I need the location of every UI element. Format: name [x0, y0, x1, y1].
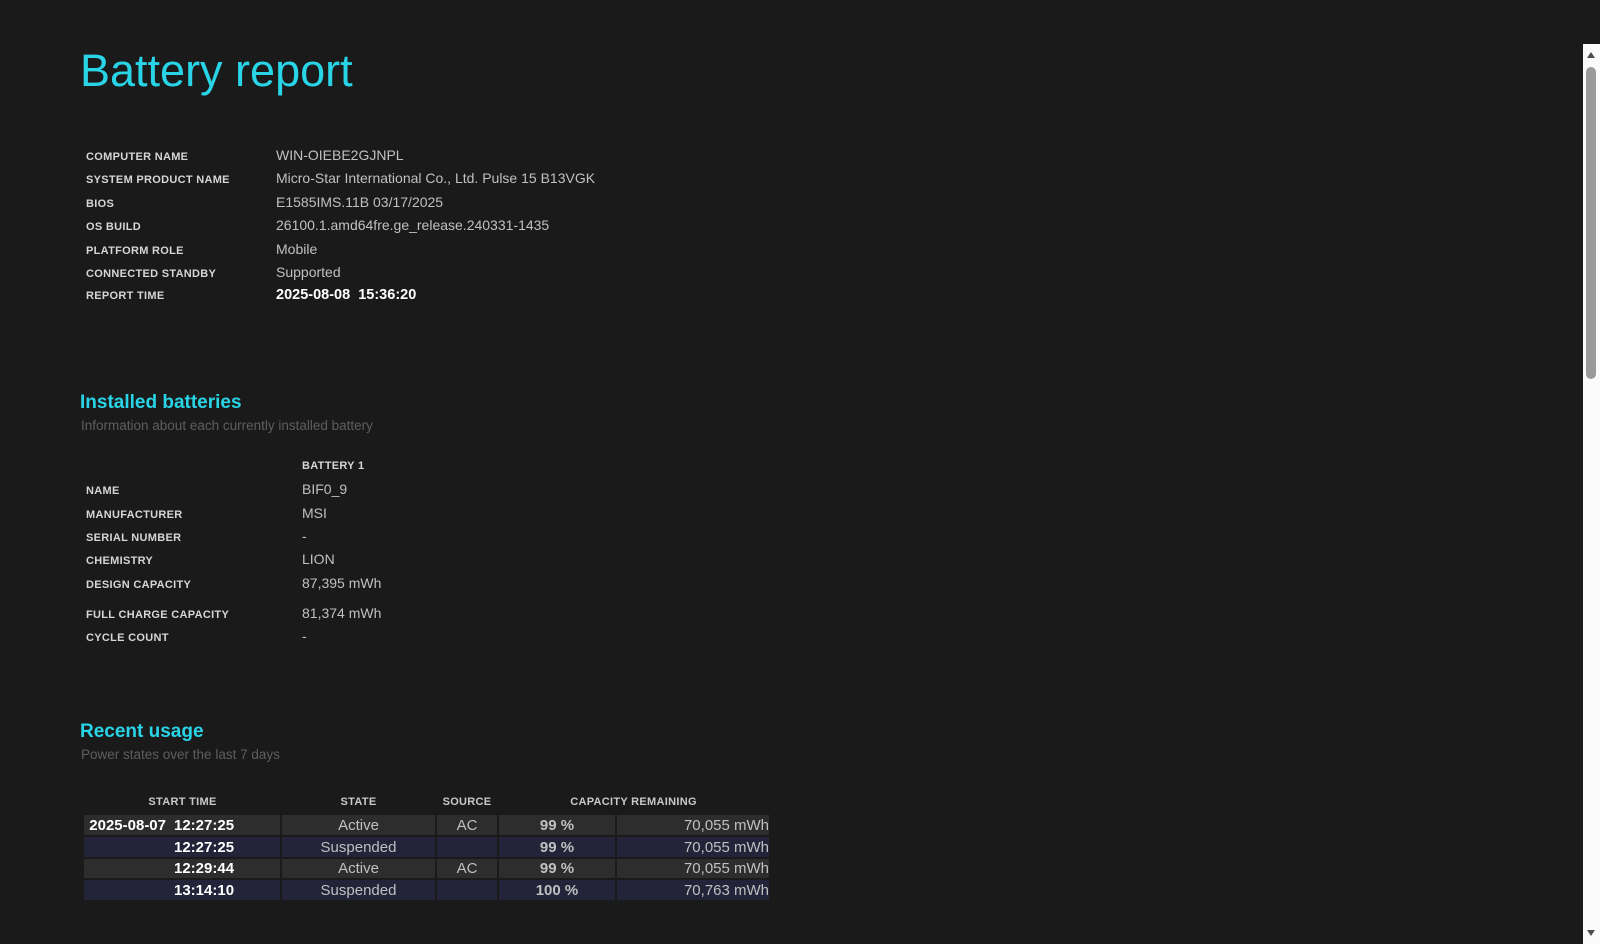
installed-batteries-subtitle: Information about each currently install…	[81, 417, 1600, 435]
info-value: -	[302, 625, 307, 648]
start-time: 12:29:44	[174, 860, 234, 877]
info-row-platform-role: PLATFORM ROLE Mobile	[80, 238, 1600, 261]
battery-row-serial-number: SERIAL NUMBER -	[80, 525, 1600, 548]
info-value: Micro-Star International Co., Ltd. Pulse…	[276, 167, 595, 190]
battery-column-header-row: BATTERY 1	[80, 455, 1600, 478]
info-label: NAME	[80, 480, 302, 503]
scrollbar-down-arrow-icon[interactable]	[1587, 930, 1595, 936]
recent-usage-table: START TIME STATE SOURCE CAPACITY REMAINI…	[84, 794, 769, 902]
source-cell	[436, 879, 498, 901]
system-info-grid: COMPUTER NAME WIN-OIEBE2GJNPL SYSTEM PRO…	[80, 144, 1600, 308]
info-row-system-product-name: SYSTEM PRODUCT NAME Micro-Star Internati…	[80, 167, 1600, 190]
battery-row-name: NAME BIF0_9	[80, 478, 1600, 501]
info-label: PLATFORM ROLE	[80, 240, 276, 263]
start-time: 12:27:25	[174, 817, 234, 834]
battery-report-page: Battery report COMPUTER NAME WIN-OIEBE2G…	[0, 44, 1600, 902]
info-label: MANUFACTURER	[80, 504, 302, 527]
battery-row-cycle-count: CYCLE COUNT -	[80, 625, 1600, 648]
usage-row: 12:29:44 Active AC 99 % 70,055 mWh	[84, 858, 769, 880]
scrollbar-up-arrow-icon[interactable]	[1587, 52, 1595, 58]
capacity-percent-cell: 99 %	[498, 858, 616, 880]
start-date: 2025-08-07	[84, 817, 166, 834]
battery-row-design-capacity: DESIGN CAPACITY 87,395 mWh	[80, 572, 1600, 595]
battery-row-manufacturer: MANUFACTURER MSI	[80, 502, 1600, 525]
usage-row: 12:27:25 Suspended 99 % 70,055 mWh	[84, 836, 769, 858]
column-header-state: STATE	[281, 794, 436, 815]
info-value: -	[302, 525, 307, 548]
source-cell: AC	[436, 815, 498, 837]
state-cell: Active	[281, 815, 436, 837]
info-label: SYSTEM PRODUCT NAME	[80, 169, 276, 192]
info-value: 26100.1.amd64fre.ge_release.240331-1435	[276, 214, 549, 237]
info-label: DESIGN CAPACITY	[80, 574, 302, 597]
battery-row-chemistry: CHEMISTRY LION	[80, 548, 1600, 571]
column-header-source: SOURCE	[436, 794, 498, 815]
info-row-computer-name: COMPUTER NAME WIN-OIEBE2GJNPL	[80, 144, 1600, 167]
info-row-os-build: OS BUILD 26100.1.amd64fre.ge_release.240…	[80, 214, 1600, 237]
info-value: BIF0_9	[302, 478, 347, 501]
start-time-cell: 12:29:44	[84, 858, 281, 880]
report-time-value: 2025-08-08 15:36:20	[276, 284, 416, 307]
start-time-cell: 2025-08-07 12:27:25	[84, 815, 281, 837]
info-label: CHEMISTRY	[80, 550, 302, 573]
installed-batteries-heading: Installed batteries	[80, 391, 1600, 415]
capacity-percent-cell: 100 %	[498, 879, 616, 901]
info-value: Supported	[276, 261, 341, 284]
info-row-report-time: REPORT TIME 2025-08-08 15:36:20	[80, 284, 1600, 307]
info-value: MSI	[302, 502, 327, 525]
recent-usage-heading: Recent usage	[80, 720, 1600, 744]
start-time: 12:27:25	[174, 839, 234, 856]
source-cell: AC	[436, 858, 498, 880]
page-title: Battery report	[80, 44, 1600, 98]
battery-info-grid: BATTERY 1 NAME BIF0_9 MANUFACTURER MSI S…	[80, 455, 1600, 649]
info-label: CYCLE COUNT	[80, 627, 302, 650]
state-cell: Active	[281, 858, 436, 880]
info-row-bios: BIOS E1585IMS.11B 03/17/2025	[80, 191, 1600, 214]
battery-row-full-charge-capacity: FULL CHARGE CAPACITY 81,374 mWh	[80, 602, 1600, 625]
start-time-cell: 12:27:25	[84, 836, 281, 858]
info-value: 87,395 mWh	[302, 572, 381, 595]
battery-column-header: BATTERY 1	[302, 455, 364, 478]
info-label: CONNECTED STANDBY	[80, 263, 276, 286]
capacity-mwh-cell: 70,055 mWh	[616, 815, 769, 837]
info-value: WIN-OIEBE2GJNPL	[276, 144, 404, 167]
capacity-mwh-cell: 70,763 mWh	[616, 879, 769, 901]
usage-table-header-row: START TIME STATE SOURCE CAPACITY REMAINI…	[84, 794, 769, 815]
recent-usage-subtitle: Power states over the last 7 days	[81, 746, 1600, 764]
info-label: FULL CHARGE CAPACITY	[80, 604, 302, 627]
start-time-cell: 13:14:10	[84, 879, 281, 901]
capacity-mwh-cell: 70,055 mWh	[616, 858, 769, 880]
info-row-connected-standby: CONNECTED STANDBY Supported	[80, 261, 1600, 284]
capacity-percent-cell: 99 %	[498, 815, 616, 837]
info-value: Mobile	[276, 238, 317, 261]
info-label: BIOS	[80, 193, 276, 216]
start-time: 13:14:10	[174, 882, 234, 899]
info-label: REPORT TIME	[80, 285, 276, 308]
vertical-scrollbar[interactable]	[1583, 44, 1600, 944]
column-header-start-time: START TIME	[84, 794, 281, 815]
info-value: 81,374 mWh	[302, 602, 381, 625]
info-value: E1585IMS.11B 03/17/2025	[276, 191, 443, 214]
state-cell: Suspended	[281, 836, 436, 858]
info-label: SERIAL NUMBER	[80, 527, 302, 550]
info-label: OS BUILD	[80, 216, 276, 239]
capacity-mwh-cell: 70,055 mWh	[616, 836, 769, 858]
usage-row: 2025-08-07 12:27:25 Active AC 99 % 70,055…	[84, 815, 769, 837]
capacity-percent-cell: 99 %	[498, 836, 616, 858]
scrollbar-thumb[interactable]	[1586, 67, 1596, 379]
source-cell	[436, 836, 498, 858]
info-value: LION	[302, 548, 335, 571]
info-label: COMPUTER NAME	[80, 146, 276, 169]
state-cell: Suspended	[281, 879, 436, 901]
column-header-capacity-remaining: CAPACITY REMAINING	[498, 794, 769, 815]
usage-row: 13:14:10 Suspended 100 % 70,763 mWh	[84, 879, 769, 901]
